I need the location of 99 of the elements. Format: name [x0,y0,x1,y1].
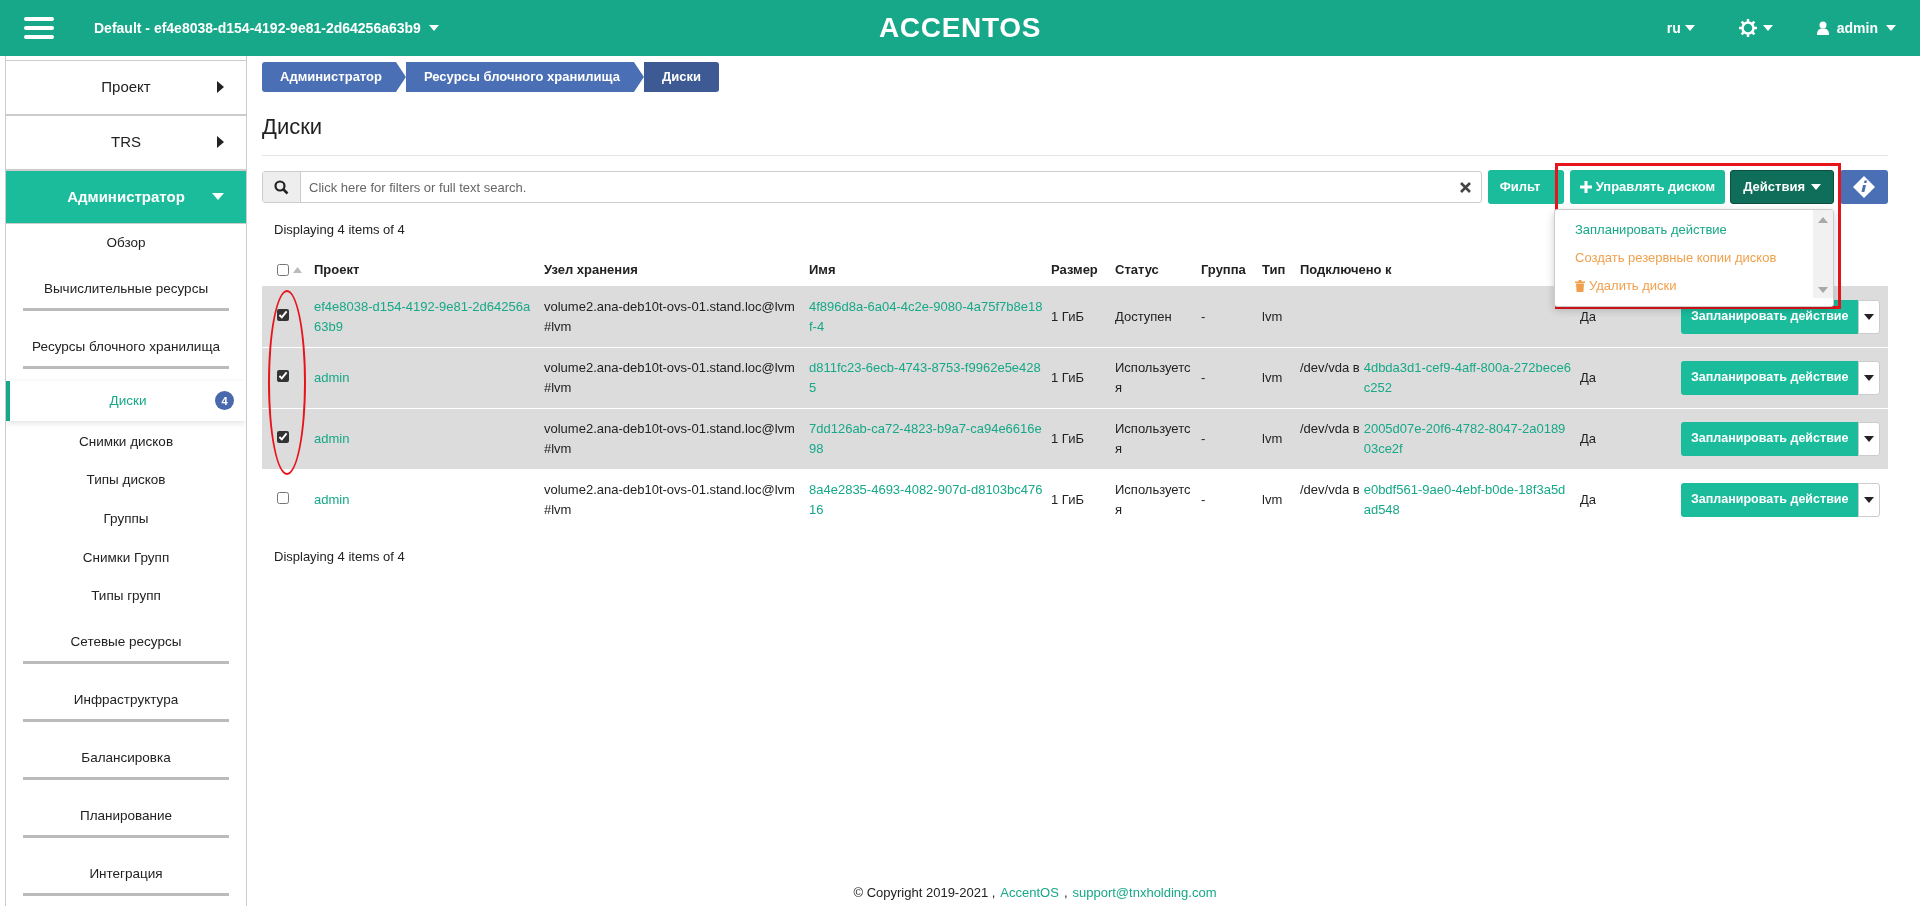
sidebar-group[interactable]: Планирование [23,805,229,838]
sidebar-item[interactable]: Группы [6,499,246,539]
table-cell-text: volume2.ana-deb10t-ovs-01.stand.loc@lvm#lvm [544,358,796,397]
sidebar-item[interactable]: Типы дисков [6,461,246,500]
column-header[interactable]: Имя [809,262,836,277]
caret-icon [1864,435,1875,442]
sidebar-group[interactable]: Сетевые ресурсы [23,631,229,664]
caret-icon [1886,25,1896,31]
search-icon [263,172,301,202]
info-button[interactable] [1840,170,1888,204]
table-cell-text: /dev/vda в [1300,480,1360,499]
column-header[interactable]: Статус [1115,262,1159,277]
column-header[interactable]: Проект [314,262,360,277]
info-icon [1853,176,1875,198]
caret-right-icon [217,136,224,149]
caret-button[interactable] [1858,299,1880,334]
breadcrumb[interactable]: Диски [643,62,719,92]
table-cell-text: /dev/vda в [1300,419,1360,438]
caret-button[interactable] [1858,421,1880,456]
project-dropdown[interactable]: Default - ef4e8038-d154-4192-9e81-2d64256a63b9 [94,17,439,39]
table-cell-text: 1 ГиБ [1051,490,1085,509]
sidebar-group[interactable]: Балансировка [23,747,229,780]
caret-icon [1864,313,1875,320]
table-cell-text: Да [1580,368,1598,387]
table-cell-text: Да [1580,490,1598,509]
sidebar-group[interactable]: Инфраструктура [23,689,229,722]
volume-link[interactable]: 8a4e2835-4693-4082-907d-d8103bc47616 [809,479,1043,520]
table-cell-text: Доступен [1115,307,1173,326]
caret-icon [428,25,439,31]
table-cell-text: Используется [1115,358,1192,397]
caret-button[interactable] [1858,360,1880,395]
breadcrumb[interactable]: Администратор [262,62,406,92]
sidebar-item[interactable]: Диски 4 [6,381,246,421]
column-header[interactable]: Подключено к [1300,262,1392,277]
page-title: Диски [262,113,324,141]
row-checkbox[interactable] [277,430,289,443]
language-dropdown[interactable]: ru [1666,17,1695,39]
footer-link[interactable]: support@tnxholding.com [1072,882,1217,902]
column-header[interactable]: Группа [1201,262,1246,277]
row-checkbox[interactable] [277,491,289,504]
row-checkbox[interactable] [277,369,289,382]
sidebar-item[interactable]: Обзор [6,224,246,263]
table-cell-text: volume2.ana-deb10t-ovs-01.stand.loc@lvm#lvm [544,480,796,519]
footer-text: , [1063,883,1068,902]
user-dropdown[interactable]: admin [1816,17,1896,39]
row-checkbox[interactable] [277,308,289,321]
item-count: Displaying 4 items of 4 [274,221,405,239]
menu-icon[interactable] [24,16,54,40]
sidebar-item[interactable]: Типы групп [6,577,246,616]
footer-link[interactable]: AccentOS [1000,882,1059,902]
sidebar-item[interactable]: Снимки дисков [6,422,246,462]
settings-dropdown[interactable] [1738,19,1773,37]
table-cell-text: Да [1580,429,1598,448]
table-cell-text: - [1201,307,1207,326]
trash-icon [1575,280,1585,292]
project-link[interactable]: admin [314,489,536,510]
instance-link[interactable]: e0bdf561-9ae0-4ebf-b0de-18f3a5dad548 [1363,479,1572,520]
caret-button[interactable] [1858,482,1880,517]
column-header[interactable]: Размер [1051,262,1098,277]
table-cell-text: volume2.ana-deb10t-ovs-01.stand.loc@lvm#lvm [544,419,796,458]
breadcrumb[interactable]: Ресурсы блочного хранилища [405,62,644,92]
table-cell-text: 1 ГиБ [1051,429,1085,448]
caret-icon [1864,496,1875,503]
sidebar-group[interactable]: Вычислительные ресурсы [23,278,229,311]
sidebar-group[interactable]: Ресурсы блочного хранилища [23,336,229,369]
table-cell-text: lvm [1262,307,1284,326]
column-header[interactable]: Узел хранения [544,262,638,277]
sidebar-panel[interactable]: TRS [6,114,246,170]
table-cell-text: lvm [1262,490,1284,509]
table-cell-text: Используется [1115,419,1192,458]
caret-down-icon [212,193,224,201]
plus-icon [1579,181,1592,193]
caret-icon [1864,374,1875,381]
item-count: Displaying 4 items of 4 [274,547,405,566]
table-cell-text: Используется [1115,480,1192,519]
select-all-checkbox[interactable] [277,263,289,276]
table-cell-text: - [1201,429,1207,448]
table-cell-text: volume2.ana-deb10t-ovs-01.stand.loc@lvm#lvm [544,297,796,336]
footer-text: © Copyright 2019-2021 , [853,883,996,902]
caret-icon [1811,184,1821,190]
table-cell-text: 1 ГиБ [1051,307,1085,326]
sidebar-item[interactable]: Снимки Групп [6,538,246,578]
table-cell-text: /dev/vda в [1300,358,1360,377]
column-header[interactable]: Тип [1262,262,1286,277]
table-cell-text: - [1201,490,1207,509]
sidebar-group[interactable]: Интеграция [23,863,229,896]
menu-item[interactable]: Запланировать действие [1555,216,1813,244]
user-icon [1816,21,1829,35]
table-cell-text: - [1201,368,1207,387]
count-badge: 4 [215,391,234,411]
logo: ACCENTOS [878,11,1042,45]
caret-icon [1684,25,1695,31]
table-cell-text: lvm [1262,429,1284,448]
actions-dropdown[interactable]: Действия [1730,170,1834,204]
sidebar-panel[interactable]: Проект [6,60,246,115]
caret-right-icon [217,81,224,94]
table-cell-text: lvm [1262,368,1284,387]
table-cell-text: 1 ГиБ [1051,368,1085,387]
table-cell-text: Да [1580,307,1598,326]
